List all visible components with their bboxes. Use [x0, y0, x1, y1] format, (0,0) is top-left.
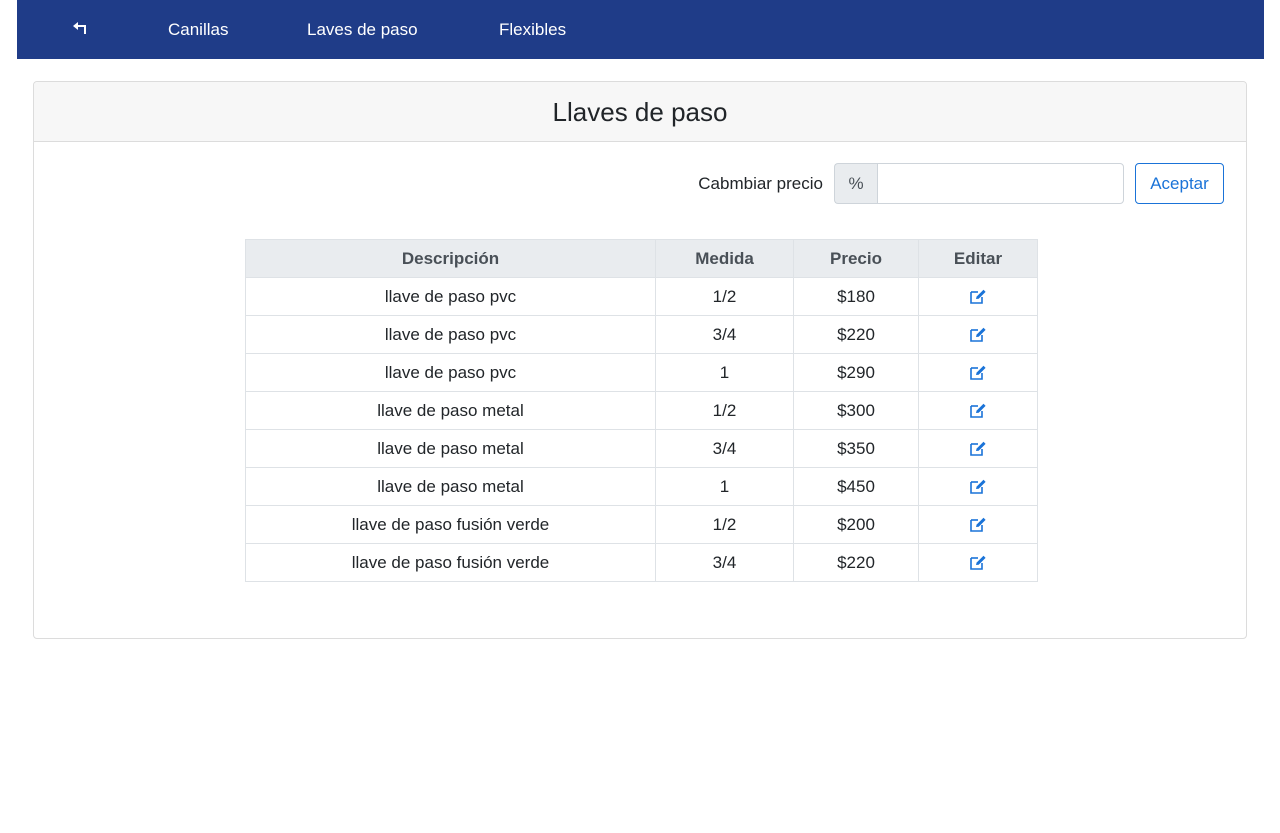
cell-descripcion: llave de paso fusión verde: [245, 543, 656, 582]
cell-precio: $180: [793, 277, 919, 316]
cell-medida: 1/2: [655, 505, 794, 544]
page-title: Llaves de paso: [552, 97, 728, 127]
table-row: llave de paso fusión verde 3/4 $220: [245, 543, 1038, 582]
table-header-row: Descripción Medida Precio Editar: [245, 239, 1038, 278]
cell-editar: [918, 391, 1038, 430]
cell-medida: 3/4: [655, 315, 794, 354]
nav-link-laves-de-paso[interactable]: Laves de paso: [307, 19, 418, 41]
cell-precio: $220: [793, 315, 919, 354]
edit-icon[interactable]: [969, 479, 987, 495]
edit-icon[interactable]: [969, 555, 987, 571]
price-change-form: Cabmbiar precio % Aceptar: [698, 163, 1224, 204]
products-table-wrapper: Descripción Medida Precio Editar llave d…: [245, 239, 1038, 582]
cell-medida: 1: [655, 353, 794, 392]
table-row: llave de paso metal 1/2 $300: [245, 391, 1038, 430]
cell-precio: $350: [793, 429, 919, 468]
table-row: llave de paso pvc 1 $290: [245, 353, 1038, 392]
table-row: llave de paso fusión verde 1/2 $200: [245, 505, 1038, 544]
cell-editar: [918, 277, 1038, 316]
cell-descripcion: llave de paso metal: [245, 391, 656, 430]
cell-descripcion: llave de paso pvc: [245, 315, 656, 354]
cell-descripcion: llave de paso fusión verde: [245, 505, 656, 544]
edit-icon[interactable]: [969, 365, 987, 381]
cell-editar: [918, 315, 1038, 354]
cell-descripcion: llave de paso metal: [245, 467, 656, 506]
price-percent-input[interactable]: [877, 163, 1124, 204]
percent-addon: %: [834, 163, 877, 204]
cell-descripcion: llave de paso pvc: [245, 353, 656, 392]
cell-medida: 1: [655, 467, 794, 506]
cell-descripcion: llave de paso metal: [245, 429, 656, 468]
table-row: llave de paso pvc 3/4 $220: [245, 315, 1038, 354]
column-header-medida: Medida: [655, 239, 794, 278]
edit-icon[interactable]: [969, 441, 987, 457]
top-navbar: Canillas Laves de paso Flexibles: [17, 0, 1264, 59]
cell-precio: $450: [793, 467, 919, 506]
back-arrow-icon[interactable]: [69, 18, 91, 40]
cell-medida: 3/4: [655, 429, 794, 468]
table-row: llave de paso metal 1 $450: [245, 467, 1038, 506]
cell-editar: [918, 543, 1038, 582]
edit-icon[interactable]: [969, 289, 987, 305]
cell-precio: $200: [793, 505, 919, 544]
column-header-editar: Editar: [918, 239, 1038, 278]
price-change-label: Cabmbiar precio: [698, 173, 823, 193]
edit-icon[interactable]: [969, 327, 987, 343]
edit-icon[interactable]: [969, 517, 987, 533]
cell-editar: [918, 353, 1038, 392]
column-header-descripcion: Descripción: [245, 239, 656, 278]
cell-editar: [918, 429, 1038, 468]
cell-editar: [918, 467, 1038, 506]
products-table: Descripción Medida Precio Editar llave d…: [245, 239, 1038, 582]
nav-link-canillas[interactable]: Canillas: [168, 19, 228, 41]
accept-button[interactable]: Aceptar: [1135, 163, 1224, 204]
table-row: llave de paso metal 3/4 $350: [245, 429, 1038, 468]
cell-precio: $290: [793, 353, 919, 392]
card-header: Llaves de paso: [34, 82, 1246, 142]
cell-precio: $300: [793, 391, 919, 430]
table-row: llave de paso pvc 1/2 $180: [245, 277, 1038, 316]
main-card: Llaves de paso Cabmbiar precio % Aceptar…: [33, 81, 1247, 639]
nav-link-flexibles[interactable]: Flexibles: [499, 19, 566, 41]
price-input-group: %: [834, 163, 1124, 204]
cell-editar: [918, 505, 1038, 544]
column-header-precio: Precio: [793, 239, 919, 278]
cell-precio: $220: [793, 543, 919, 582]
edit-icon[interactable]: [969, 403, 987, 419]
cell-descripcion: llave de paso pvc: [245, 277, 656, 316]
cell-medida: 1/2: [655, 391, 794, 430]
cell-medida: 3/4: [655, 543, 794, 582]
cell-medida: 1/2: [655, 277, 794, 316]
